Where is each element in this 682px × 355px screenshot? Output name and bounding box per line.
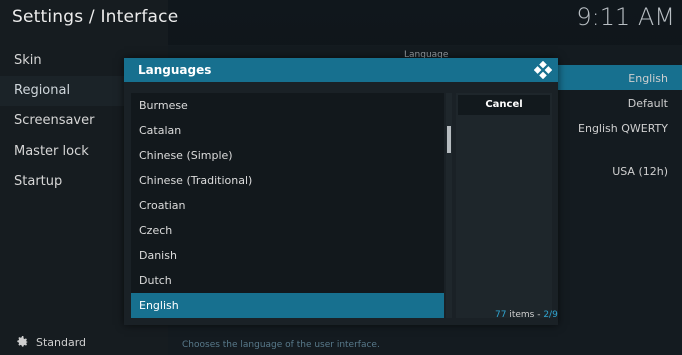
setting-charset-value[interactable]: Default xyxy=(628,97,668,110)
language-list[interactable]: Burmese Catalan Chinese (Simple) Chinese… xyxy=(131,93,444,318)
setting-language-value[interactable]: English xyxy=(628,72,668,85)
list-item[interactable]: Chinese (Simple) xyxy=(131,143,444,168)
list-item[interactable]: Croatian xyxy=(131,193,444,218)
list-item-selected[interactable]: English xyxy=(131,293,444,318)
setting-timeformat-value[interactable]: USA (12h) xyxy=(612,165,668,178)
list-item[interactable]: Burmese xyxy=(131,93,444,118)
list-item[interactable]: Czech xyxy=(131,218,444,243)
page-title: Settings / Interface xyxy=(12,7,179,27)
kodi-logo-icon xyxy=(534,61,552,79)
dialog-title: Languages xyxy=(138,63,212,77)
clock: 9:11 AM xyxy=(576,3,675,31)
list-scrollbar[interactable] xyxy=(446,93,452,318)
items-count-number: 77 xyxy=(495,310,507,320)
dialog-header: Languages xyxy=(124,58,558,82)
list-item[interactable]: Danish xyxy=(131,243,444,268)
list-item[interactable]: Catalan xyxy=(131,118,444,143)
settings-level-label: Standard xyxy=(36,335,87,349)
cancel-button[interactable]: Cancel xyxy=(458,95,550,115)
items-count: 77 items - 2/9 xyxy=(495,310,558,320)
items-count-text: items - xyxy=(506,310,544,320)
gear-icon xyxy=(17,336,28,347)
setting-description: Chooses the language of the user interfa… xyxy=(182,340,380,350)
list-item[interactable]: Chinese (Traditional) xyxy=(131,168,444,193)
scrollbar-thumb[interactable] xyxy=(447,126,451,153)
settings-level-button[interactable]: Standard xyxy=(14,334,86,350)
list-item[interactable]: Dutch xyxy=(131,268,444,293)
setting-keyboard-value[interactable]: English QWERTY xyxy=(578,122,668,135)
page-indicator: 2/9 xyxy=(543,310,558,320)
dialog-side-panel xyxy=(456,93,552,318)
languages-dialog: Languages Burmese Catalan Chinese (Simpl… xyxy=(124,58,558,325)
